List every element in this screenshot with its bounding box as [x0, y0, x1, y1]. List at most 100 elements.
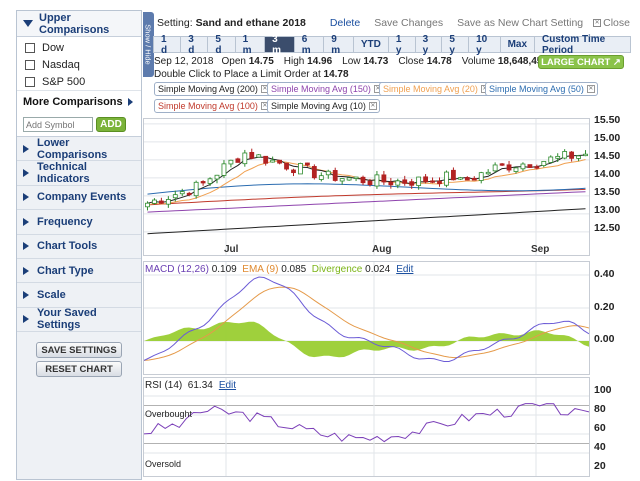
timeframe-tab[interactable]: 3 m — [264, 34, 295, 56]
sidebar-item-saved-settings[interactable]: Your Saved Settings — [17, 307, 141, 333]
candle-body — [228, 159, 234, 165]
sidebar-buttons: SAVE SETTINGS RESET CHART — [17, 332, 141, 380]
triangle-right-icon — [23, 266, 29, 275]
sidebar: Upper Comparisons Dow Nasdaq S&P 500 Mor… — [16, 10, 142, 480]
price-chart[interactable] — [143, 118, 590, 256]
price-tick: 13.50 — [594, 186, 621, 198]
ma-chip-200[interactable]: Simple Moving Avg (200) ✕ — [154, 82, 272, 96]
ema-label: EMA (9) — [242, 264, 279, 275]
close-button[interactable]: ✕ Close — [593, 17, 630, 29]
ma-chip-50[interactable]: Simple Moving Avg (50) ✕ — [485, 82, 598, 96]
remove-icon[interactable]: ✕ — [368, 102, 377, 110]
timeframe-tab[interactable]: 1 d — [153, 34, 182, 56]
sidebar-item-frequency[interactable]: Frequency — [17, 210, 141, 235]
candle-body — [249, 152, 255, 159]
ma-chip-10[interactable]: Simple Moving Avg (10) ✕ — [267, 99, 380, 113]
comparison-dow[interactable]: Dow — [17, 39, 141, 56]
timeframe-tab[interactable]: 5 d — [207, 34, 236, 56]
macd-tick: 0.40 — [594, 268, 615, 280]
sidebar-item-label: Frequency — [37, 215, 93, 228]
candle-body — [360, 176, 366, 184]
candle-body — [277, 159, 282, 164]
timeframe-tab[interactable]: 6 m — [293, 34, 325, 56]
candle-body — [409, 181, 415, 186]
candle-body — [492, 164, 498, 172]
rsi-tick: 60 — [594, 422, 606, 434]
close-label: Close — [603, 17, 630, 29]
comparison-nasdaq[interactable]: Nasdaq — [17, 56, 141, 73]
ma-chip-100[interactable]: Simple Moving Avg (100) ✕ — [154, 99, 272, 113]
timeframe-tab[interactable]: 3 y — [414, 34, 443, 56]
setting-bar: Setting: Sand and ethane 2018 Delete Sav… — [153, 10, 630, 36]
candle-body — [145, 202, 150, 208]
candle-body — [200, 181, 206, 184]
candle-body — [172, 194, 178, 199]
rsi-tick: 80 — [594, 403, 606, 415]
timeframe-tab[interactable]: 5 y — [441, 34, 470, 56]
checkbox[interactable] — [25, 59, 35, 70]
timeframe-tab[interactable]: 10 y — [468, 34, 501, 56]
ma-chip-150[interactable]: Simple Moving Avg (150) ✕ — [267, 82, 385, 96]
timeframe-tab[interactable]: 1 m — [234, 34, 266, 56]
macd-tick: 0.20 — [594, 301, 615, 313]
reset-chart-button[interactable]: RESET CHART — [36, 361, 122, 378]
month-label: Jul — [224, 244, 239, 255]
save-changes-link[interactable]: Save Changes — [374, 17, 443, 29]
timeframe-tab[interactable]: 9 m — [323, 34, 354, 56]
sidebar-item-chart-type[interactable]: Chart Type — [17, 259, 141, 284]
add-button[interactable]: ADD — [96, 117, 126, 132]
candle-body — [527, 164, 533, 168]
sidebar-item-lower-comparisons[interactable]: Lower Comparisons — [17, 137, 141, 162]
timeframe-tab[interactable]: Max — [499, 36, 536, 53]
rsi-edit-link[interactable]: Edit — [219, 380, 236, 391]
candle-body — [353, 176, 359, 179]
timeframe-tab[interactable]: 3 d — [180, 34, 209, 56]
candle-body — [242, 152, 248, 165]
candle-body — [451, 169, 456, 181]
checkbox[interactable] — [25, 42, 35, 53]
comparison-sp500[interactable]: S&P 500 — [17, 73, 141, 90]
save-as-new-link[interactable]: Save as New Chart Setting — [457, 17, 583, 29]
candle-body — [339, 178, 345, 182]
rsi-chart[interactable]: RSI (14) 61.34 Edit Overbought Oversold — [143, 377, 590, 477]
sidebar-item-technical-indicators[interactable]: Technical Indicators — [17, 161, 141, 186]
candle-body — [263, 155, 269, 164]
sidebar-item-label: Company Events — [37, 191, 127, 204]
large-chart-button[interactable]: LARGE CHART ↗ — [538, 55, 624, 69]
low-value: 14.73 — [363, 56, 389, 67]
macd-edit-link[interactable]: Edit — [396, 264, 413, 275]
price-tick: 13.00 — [594, 204, 621, 216]
candle-body — [437, 180, 442, 185]
candle-body — [499, 163, 505, 166]
add-symbol-input[interactable] — [23, 117, 93, 132]
quote-date: Sep 12, 2018 — [154, 56, 214, 67]
rsi-legend: RSI (14) 61.34 Edit — [145, 380, 236, 391]
remove-icon[interactable]: ✕ — [586, 85, 595, 93]
timeframe-tab[interactable]: 1 y — [387, 34, 416, 56]
upper-comparisons-header[interactable]: Upper Comparisons — [17, 11, 141, 37]
candle-body — [444, 171, 449, 186]
sidebar-item-company-events[interactable]: Company Events — [17, 186, 141, 211]
high-value: 14.96 — [307, 56, 333, 67]
limit-order-hint: Double Click to Place a Limit Order at 1… — [153, 68, 630, 81]
candle-body — [158, 200, 164, 204]
candle-body — [332, 170, 338, 181]
show-hide-label: Show / Hide — [144, 24, 153, 65]
sidebar-item-scale[interactable]: Scale — [17, 283, 141, 308]
checkbox[interactable] — [25, 76, 35, 87]
save-settings-button[interactable]: SAVE SETTINGS — [36, 342, 122, 359]
candle-body — [471, 177, 477, 181]
delete-link[interactable]: Delete — [330, 17, 360, 29]
timeframe-tab[interactable]: YTD — [352, 36, 389, 53]
large-chart-label: LARGE CHART — [541, 56, 611, 68]
candle-body — [374, 174, 380, 187]
ma-chip-20[interactable]: Simple Moving Avg (20)✕ — [379, 82, 492, 96]
sidebar-item-chart-tools[interactable]: Chart Tools — [17, 235, 141, 259]
more-comparisons[interactable]: More Comparisons — [17, 90, 141, 113]
rsi-label: RSI (14) — [145, 380, 183, 391]
candle-body — [186, 192, 192, 196]
triangle-right-icon — [23, 217, 29, 226]
timeframe-tab[interactable]: Custom Time Period — [534, 34, 632, 56]
price-tick: 15.00 — [594, 132, 621, 144]
macd-chart[interactable]: MACD (12,26) 0.109 EMA (9) 0.085 Diverge… — [143, 261, 590, 375]
